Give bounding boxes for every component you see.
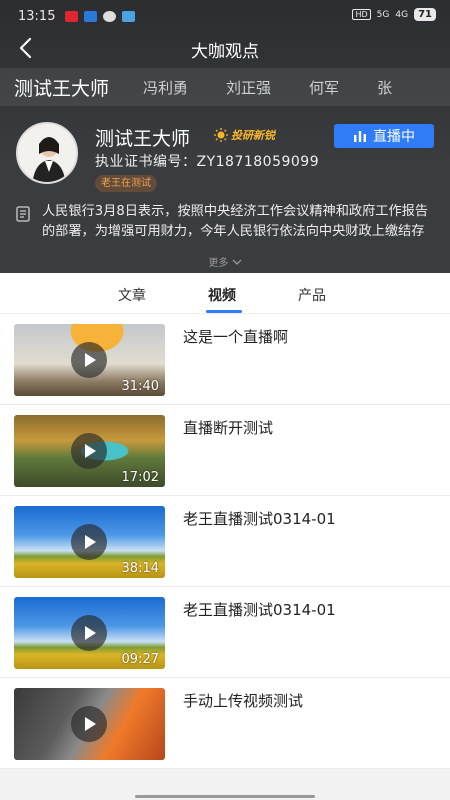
- expert-description: 人民银行3月8日表示，按照中央经济工作会议精神和政府工作报告的部署，为增强可用财…: [42, 204, 429, 239]
- video-duration: 31:40: [121, 379, 159, 394]
- expert-badge: 投研新锐: [214, 127, 275, 143]
- play-icon: [71, 342, 107, 378]
- tab-products[interactable]: 产品: [298, 285, 326, 305]
- tab-expert-active[interactable]: 测试王大师: [14, 74, 109, 101]
- signal-5g: 5G: [376, 9, 390, 20]
- app-notification-icon: [122, 11, 135, 22]
- video-thumbnail: [14, 688, 165, 760]
- avatar[interactable]: [16, 122, 78, 184]
- video-title: 老王直播测试0314-01: [183, 510, 336, 528]
- video-title: 这是一个直播啊: [183, 328, 289, 346]
- status-right: HD 5G 4G 71: [352, 8, 436, 21]
- active-tab-indicator: [206, 310, 242, 313]
- video-thumbnail: 31:40: [14, 324, 165, 396]
- battery-level: 71: [414, 8, 436, 21]
- video-duration: 38:14: [121, 561, 159, 576]
- play-icon: [71, 706, 107, 742]
- more-label: 更多: [208, 258, 229, 269]
- certificate-number: 执业证书编号：ZY18718059099: [95, 154, 320, 170]
- video-duration: 09:27: [121, 652, 159, 667]
- video-duration: 17:02: [121, 470, 159, 485]
- title-bar: 大咖观点: [0, 30, 450, 66]
- home-indicator: [135, 795, 315, 798]
- live-button[interactable]: 直播中: [334, 124, 434, 148]
- tab-expert[interactable]: 何军: [309, 77, 339, 98]
- expert-tabs: 测试王大师 冯利勇 刘正强 何军 张: [0, 68, 450, 106]
- chat-notification-icon: [103, 11, 116, 22]
- video-thumbnail: 09:27: [14, 597, 165, 669]
- notification-icons: [65, 11, 135, 22]
- avatar-person-icon: [18, 124, 76, 182]
- status-time: 13:15: [18, 9, 56, 24]
- tab-expert[interactable]: 刘正强: [226, 77, 271, 98]
- video-item[interactable]: 31:40 这是一个直播啊: [0, 314, 450, 405]
- signal-4g: 4G: [395, 9, 409, 20]
- live-bars-icon: [354, 131, 366, 142]
- video-item[interactable]: 17:02 直播断开测试: [0, 405, 450, 496]
- badge-label: 投研新锐: [231, 129, 275, 142]
- video-title: 老王直播测试0314-01: [183, 601, 336, 619]
- tab-expert[interactable]: 张: [377, 77, 392, 98]
- tab-expert[interactable]: 冯利勇: [143, 77, 188, 98]
- video-item[interactable]: 手动上传视频测试: [0, 678, 450, 769]
- play-icon: [71, 433, 107, 469]
- video-thumbnail: 17:02: [14, 415, 165, 487]
- chevron-down-icon: [232, 259, 242, 265]
- content-tabs: 文章 视频 产品: [0, 273, 450, 314]
- app-notification-icon: [84, 11, 97, 22]
- video-title: 直播断开测试: [183, 419, 274, 437]
- video-item[interactable]: 09:27 老王直播测试0314-01: [0, 587, 450, 678]
- hd-icon: HD: [352, 9, 371, 20]
- page-title: 大咖观点: [191, 42, 259, 62]
- tab-articles[interactable]: 文章: [118, 285, 146, 305]
- video-title: 手动上传视频测试: [183, 692, 304, 710]
- status-bar: 13:15 HD 5G 4G 71: [0, 0, 450, 34]
- document-icon: [16, 206, 30, 222]
- tab-videos[interactable]: 视频: [208, 285, 236, 305]
- play-icon: [71, 615, 107, 651]
- play-icon: [71, 524, 107, 560]
- expert-profile: 测试王大师 投研新锐 直播中 执业证书编号：ZY18718059099 老王在测…: [0, 108, 450, 273]
- expert-name: 测试王大师: [95, 128, 191, 150]
- more-toggle[interactable]: 更多: [0, 254, 450, 269]
- video-list: 31:40 这是一个直播啊 17:02 直播断开测试 38:14 老王直播测试0…: [0, 314, 450, 769]
- live-label: 直播中: [373, 129, 415, 145]
- expert-tag: 老王在测试: [95, 175, 157, 192]
- video-thumbnail: 38:14: [14, 506, 165, 578]
- app-notification-icon: [65, 11, 78, 22]
- sun-icon: [214, 128, 228, 142]
- video-item[interactable]: 38:14 老王直播测试0314-01: [0, 496, 450, 587]
